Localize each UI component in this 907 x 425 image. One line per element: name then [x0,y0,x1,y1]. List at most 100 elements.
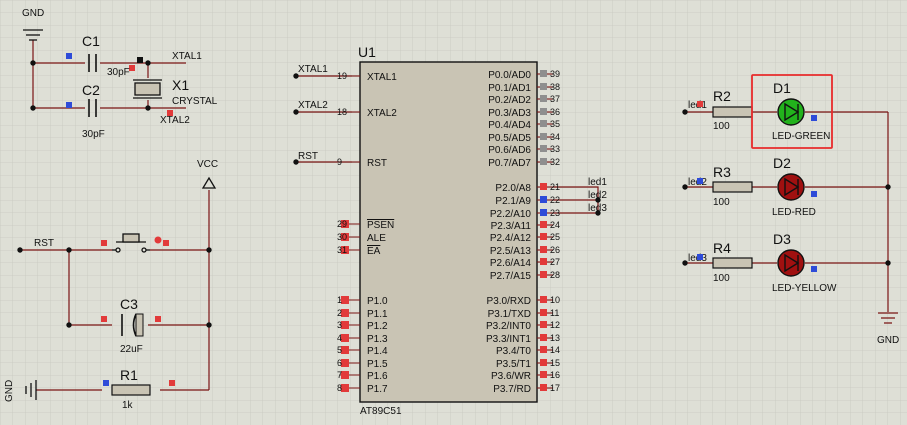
u1-pin-number: 15 [550,358,560,368]
schematic-canvas: GND C1 30pF C2 30pF X1 CRYSTAL XTAL1 XTA… [0,0,907,425]
u1-pin-name: P2.5/A13 [490,246,532,257]
pin-marker [540,83,547,90]
resistor-r2[interactable] [712,106,753,118]
pin-marker [540,221,547,228]
u1-pin-number: 25 [550,232,560,242]
crystal-x1[interactable] [133,79,162,99]
pin-marker [341,309,349,317]
u1-pin-name: P0.1/AD1 [488,83,531,94]
pin-marker [540,158,547,165]
c2-value: 30pF [82,129,105,140]
r3-ref: R3 [713,164,731,180]
pin-marker [341,296,349,304]
u1-pin-number: 1 [337,295,342,305]
u1-pin-name: P3.1/TXD [488,309,531,320]
led-d1[interactable] [777,98,805,126]
resistor-r3[interactable] [712,181,753,193]
u1-pin-name: P2.1/A9 [495,196,531,207]
pin-marker [697,254,703,260]
pin-marker [540,334,547,341]
u1-pin-number: 12 [550,320,560,330]
pin-marker [103,380,109,386]
u1-pin-name: P2.3/A11 [491,221,532,232]
pin-marker [129,65,135,71]
u1-pin-number: 21 [550,182,560,192]
pin-marker [101,240,107,246]
u1-pin-number: 4 [337,333,342,343]
u1-pin-name: P1.4 [367,346,388,357]
u1-pin-number: 36 [550,107,560,117]
pin-marker [137,57,143,63]
c1-value: 30pF [107,67,130,78]
led-d2[interactable] [777,173,805,201]
u1-pin-name: P2.6/A14 [490,258,532,269]
c2-ref: C2 [82,82,100,98]
u1-pin-number: 35 [550,119,560,129]
gnd-label-top: GND [22,8,44,19]
pin-marker [540,108,547,115]
u1-pin-name: P0.0/AD0 [488,70,531,81]
u1-pin-number: 22 [550,195,560,205]
pin-marker [697,101,703,107]
u1-pin-name: P1.1 [367,309,388,320]
u1-pin-number: 8 [337,383,342,393]
xtal1-net-label: XTAL1 [172,51,202,62]
resistor-r4[interactable] [712,257,753,269]
pin-marker [540,296,547,303]
u1-pin-name: P0.4/AD4 [488,120,531,131]
pin-marker [811,115,817,121]
pin-marker [540,196,547,203]
rst-net-label-left: RST [34,238,54,249]
u1-pin-name: P3.6/WR [491,371,531,382]
u1-pin-number: 33 [550,144,560,154]
pin-marker [540,145,547,152]
pin-marker [101,316,107,322]
u1-pin-name: XTAL1 [367,72,397,83]
u1-pin-number: 34 [550,132,560,142]
u1-pin-number: 24 [550,220,560,230]
c1-ref: C1 [82,33,100,49]
u1-pin-name: P3.5/T1 [496,359,531,370]
r4-ref: R4 [713,240,731,256]
u1-pin-name: P3.0/RXD [487,296,531,307]
pin-marker [341,384,349,392]
u1-pin-number: 38 [550,82,560,92]
u1-pin-name: P0.6/AD6 [488,145,531,156]
r3-value: 100 [713,197,730,208]
u1-pin-name: P3.3/INT1 [486,334,531,345]
port2-net-led1: led1 [588,177,607,188]
d2-value: LED-RED [772,207,816,218]
u1-pin-number: 11 [550,308,559,318]
u1-pin-number: 2 [337,308,342,318]
net-label-xtal2: XTAL2 [298,100,328,111]
u1-pin-number: 26 [550,245,560,255]
u1-pin-number: 30 [337,232,347,242]
u1-pin-number: 5 [337,345,342,355]
pin-marker [163,240,169,246]
pin-marker [540,120,547,127]
button-actuator[interactable] [154,236,162,244]
u1-pin-number: 9 [337,157,342,167]
pin-marker [155,316,161,322]
u1-pin-name: ALE [367,233,386,244]
pin-marker [811,266,817,272]
net-label-rst: RST [298,151,318,162]
r1-value: 1k [122,400,134,411]
resistor-r1[interactable] [111,384,151,396]
u1-pin-name: P0.7/AD7 [488,158,531,169]
d1-ref: D1 [773,80,791,96]
x1-value: CRYSTAL [172,96,218,107]
gnd-label-left: GND [4,380,15,402]
c3-value: 22uF [120,344,143,355]
r2-value: 100 [713,121,730,132]
d2-ref: D2 [773,155,791,171]
u1-pin-name: PSEN [367,220,394,231]
led-d3[interactable] [777,249,805,277]
u1-pin-number: 32 [550,157,560,167]
pin-marker [341,346,349,354]
u1-pin-name: P0.5/AD5 [488,133,531,144]
gnd-label-right: GND [877,335,899,346]
pin-marker [540,246,547,253]
u1-pin-number: 31 [337,245,347,255]
u1-pin-number: 29 [337,219,347,229]
